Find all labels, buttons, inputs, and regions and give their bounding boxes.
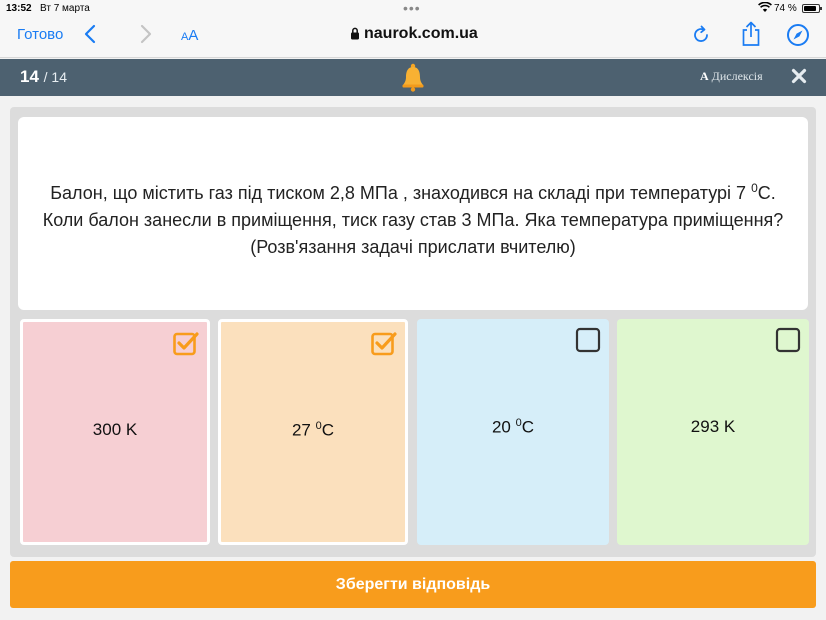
answer-option-1[interactable]: 300 K <box>20 319 210 545</box>
checkbox-checked-icon[interactable] <box>173 330 199 356</box>
url-text: naurok.com.ua <box>364 25 478 42</box>
answer-option-3-label: 20 0C <box>417 417 609 438</box>
option-1-value: 300 K <box>92 420 138 439</box>
question-degree-sup: 0 <box>751 181 758 195</box>
dyslexia-label: Дислексія <box>711 69 763 83</box>
reload-icon[interactable] <box>690 24 712 46</box>
quiz-header: 14 / 14 A Дислексія <box>0 59 826 96</box>
question-total: / 14 <box>43 69 68 85</box>
answer-option-4[interactable]: 293 K <box>617 319 809 545</box>
share-icon[interactable] <box>740 20 762 48</box>
browser-toolbar: Готово AA naurok.com.ua <box>0 18 826 58</box>
address-bar[interactable]: naurok.com.ua <box>350 25 478 43</box>
question-card: Балон, що містить газ під тиском 2,8 МПа… <box>18 117 808 310</box>
compass-icon[interactable] <box>786 23 810 47</box>
question-text-part1: Балон, що містить газ під тиском 2,8 МПа… <box>50 183 752 203</box>
text-size-large-glyph: A <box>188 27 199 44</box>
checkbox-empty-icon[interactable] <box>775 327 801 353</box>
dyslexia-letter: A <box>700 69 709 83</box>
question-counter: 14 / 14 <box>20 67 67 87</box>
option-3-unit: C <box>521 417 535 437</box>
done-button[interactable]: Готово <box>17 26 63 43</box>
close-icon[interactable] <box>791 68 807 84</box>
forward-icon[interactable] <box>138 24 154 44</box>
checkbox-checked-icon[interactable] <box>371 330 397 356</box>
wifi-icon <box>758 2 772 12</box>
question-current: 14 <box>20 67 39 86</box>
option-3-value: 20 <box>491 417 516 437</box>
status-bar: 13:52 Вт 7 марта ••• 74 % <box>0 0 826 18</box>
text-size-button[interactable]: AA <box>181 27 198 44</box>
question-text: Балон, що містить газ під тиском 2,8 МПа… <box>18 175 808 261</box>
status-time: 13:52 <box>6 3 32 14</box>
save-answer-button[interactable]: Зберегти відповідь <box>10 561 816 608</box>
option-4-value: 293 K <box>690 417 736 436</box>
bell-icon[interactable] <box>400 62 426 92</box>
answer-option-1-label: 300 K <box>23 420 207 440</box>
lock-icon <box>351 27 359 40</box>
multitasking-dots-icon[interactable]: ••• <box>403 0 421 16</box>
status-date: Вт 7 марта <box>40 3 90 14</box>
answer-option-2-label: 27 0C <box>221 420 405 441</box>
answer-option-4-label: 293 K <box>617 417 809 437</box>
battery-icon <box>802 4 822 13</box>
option-2-value: 27 <box>291 420 316 440</box>
option-2-unit: C <box>321 420 335 440</box>
answer-option-2[interactable]: 27 0C <box>218 319 408 545</box>
battery-percent: 74 % <box>774 3 797 14</box>
answer-option-3[interactable]: 20 0C <box>417 319 609 545</box>
dyslexia-toggle[interactable]: A Дислексія <box>700 69 763 84</box>
back-icon[interactable] <box>82 24 98 44</box>
checkbox-empty-icon[interactable] <box>575 327 601 353</box>
